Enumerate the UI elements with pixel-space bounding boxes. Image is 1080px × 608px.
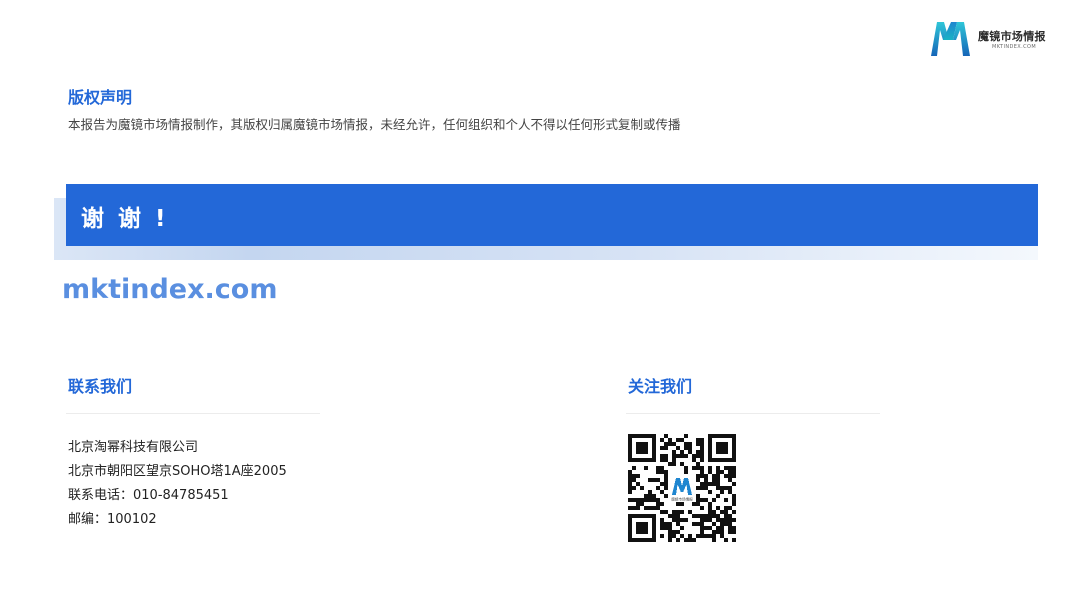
copyright-text: 本报告为魔镜市场情报制作，其版权归属魔镜市场情报，未经允许，任何组织和个人不得以… xyxy=(68,117,681,132)
qr-center-text: 魔镜市场情报 xyxy=(671,496,693,501)
contact-title: 联系我们 xyxy=(68,377,133,396)
website-link[interactable]: mktindex.com xyxy=(62,274,277,305)
logo-name-en: MKTINDEX.COM xyxy=(992,44,1037,50)
thanks-banner xyxy=(66,184,1038,246)
copyright-title: 版权声明 xyxy=(68,88,133,107)
logo-name-cn: 魔镜市场情报 xyxy=(978,30,1046,43)
contact-divider xyxy=(66,413,320,414)
logo-m-icon xyxy=(931,22,970,56)
contact-postcode: 邮编：100102 xyxy=(68,512,157,527)
follow-title: 关注我们 xyxy=(628,377,693,396)
qr-code-icon: 魔镜市场情报 xyxy=(628,434,736,542)
contact-company: 北京淘幂科技有限公司 xyxy=(68,440,199,455)
brand-logo: 魔镜市场情报 MKTINDEX.COM xyxy=(929,18,1054,58)
contact-address: 北京市朝阳区望京SOHO塔1A座2005 xyxy=(68,464,287,479)
follow-divider xyxy=(626,413,880,414)
contact-phone: 联系电话：010-84785451 xyxy=(68,488,229,503)
thanks-text: 谢 谢 ! xyxy=(81,206,169,232)
